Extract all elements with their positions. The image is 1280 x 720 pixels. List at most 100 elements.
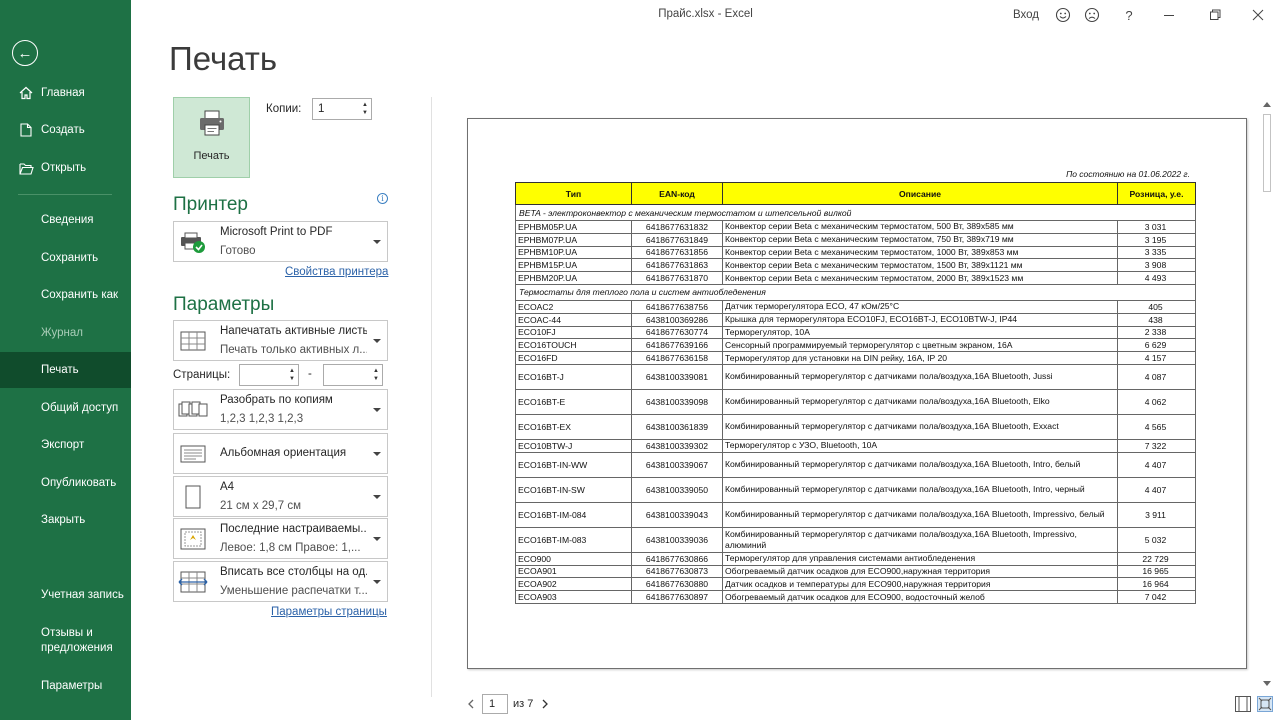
- cell-type: ECOA903: [515, 590, 632, 604]
- pages-from-input[interactable]: ▲ ▼: [239, 364, 299, 386]
- cell-type: ECO10FJ: [515, 325, 632, 340]
- nav-new-label: Создать: [41, 124, 85, 136]
- home-icon: [18, 85, 34, 101]
- close-icon[interactable]: [1243, 4, 1273, 26]
- page-setup-link[interactable]: Параметры страницы: [271, 606, 387, 618]
- cell-price: 4 157: [1117, 351, 1196, 365]
- scroll-up-icon[interactable]: [1263, 102, 1271, 107]
- table-row: EPHBM05P.UA 6418677631832 Конвектор серии …: [515, 220, 1196, 234]
- nav-save-label: Сохранить: [41, 252, 99, 264]
- stepper-arrows-icon[interactable]: ▲ ▼: [359, 101, 371, 117]
- copies-stepper[interactable]: 1 ▲ ▼: [312, 98, 372, 120]
- nav-account[interactable]: Учетная запись: [0, 577, 131, 613]
- page-number-input[interactable]: 1: [482, 694, 508, 714]
- cell-price: 4 087: [1117, 363, 1196, 390]
- nav-save-as[interactable]: Сохранить как: [0, 277, 131, 313]
- show-margins-icon[interactable]: [1235, 696, 1251, 712]
- nav-options[interactable]: Параметры: [0, 668, 131, 704]
- stepper-arrows-icon[interactable]: ▲ ▼: [286, 367, 298, 383]
- cell-description: Конвектор серии Beta с механическим терм…: [722, 271, 1118, 285]
- back-arrow-icon[interactable]: ←: [12, 40, 38, 66]
- cell-ean: 6438100339081: [631, 363, 723, 390]
- nav-info[interactable]: Сведения: [0, 202, 131, 238]
- paper-size-dropdown[interactable]: A4 21 см x 29,7 см: [173, 476, 388, 517]
- table-row: ECOA902 6418677630880 Датчик осадков и тем…: [515, 577, 1196, 592]
- signin-link[interactable]: Вход: [1013, 4, 1039, 26]
- group-row: BETA - электроконвектор с механическим т…: [515, 204, 1196, 221]
- chevron-down-icon: [373, 451, 381, 456]
- scroll-down-icon[interactable]: [1263, 681, 1271, 686]
- print-what-dropdown[interactable]: Напечатать активные листы Печать только …: [173, 320, 388, 361]
- pages-label: Страницы:: [173, 369, 231, 381]
- cell-description: Обогреваемый датчик осадков для ECO900, …: [722, 590, 1118, 604]
- scrollbar-thumb[interactable]: [1263, 114, 1271, 192]
- pages-to-input[interactable]: ▲ ▼: [323, 364, 383, 386]
- orientation-dropdown[interactable]: Альбомная ориентация: [173, 433, 388, 474]
- info-icon[interactable]: i: [377, 193, 388, 204]
- nav-new[interactable]: Создать: [0, 112, 131, 148]
- cell-ean: 6438100339302: [631, 438, 723, 453]
- printer-heading: Принтер: [173, 194, 248, 215]
- nav-save[interactable]: Сохранить: [0, 240, 131, 276]
- nav-home[interactable]: Главная: [0, 75, 131, 111]
- nav-save-as-label: Сохранить как: [41, 289, 119, 301]
- cell-description: Комбинированный терморегулятор с датчика…: [722, 363, 1118, 390]
- cell-description: Терморегулятор для управления системами …: [722, 551, 1118, 566]
- nav-feedback[interactable]: Отзывы и предложения: [0, 621, 131, 661]
- cell-price: 3 911: [1117, 501, 1196, 528]
- prev-page-icon[interactable]: [467, 694, 475, 714]
- table-row: ECOAC2 6418677638756 Датчик терморегулятор…: [515, 299, 1196, 314]
- printer-dropdown[interactable]: Microsoft Print to PDF Готово: [173, 221, 388, 262]
- print-button[interactable]: Печать: [173, 97, 250, 178]
- preview-page: По состоянию на 01.06.2022 г. Тип EAN-ко…: [467, 118, 1247, 669]
- frown-icon[interactable]: [1077, 4, 1107, 26]
- scaling-dropdown[interactable]: Вписать все столбцы на од... Уменьшение …: [173, 561, 388, 602]
- stepper-arrows-icon[interactable]: ▲ ▼: [370, 367, 382, 383]
- minimize-icon[interactable]: [1154, 4, 1184, 26]
- nav-share[interactable]: Общий доступ: [0, 390, 131, 426]
- nav-publish[interactable]: Опубликовать: [0, 465, 131, 501]
- restore-icon[interactable]: [1200, 4, 1230, 26]
- cell-ean: 6418677631849: [631, 232, 723, 247]
- printer-properties-link[interactable]: Свойства принтера: [285, 266, 388, 278]
- cell-price: 405: [1117, 299, 1196, 314]
- excel-backstage-print: ← Главная Создать Открыть Сведения Сохра…: [0, 0, 1280, 720]
- collate-value: Разобрать по копиям: [220, 394, 333, 406]
- new-document-icon: [18, 122, 34, 138]
- chevron-down-icon: [373, 239, 381, 244]
- nav-feedback-line1: Отзывы и: [41, 627, 93, 639]
- cell-ean: 6438100339043: [631, 501, 723, 528]
- table-row: ECO16BT-IN-SW 6438100339050 Комбинированны…: [515, 476, 1196, 503]
- collate-dropdown[interactable]: Разобрать по копиям 1,2,3 1,2,3 1,2,3: [173, 389, 388, 430]
- nav-print-label: Печать: [41, 364, 79, 376]
- cell-ean: 6418677631863: [631, 258, 723, 273]
- cell-price: 6 629: [1117, 338, 1196, 353]
- open-folder-icon: [18, 160, 34, 176]
- cell-type: EPHBM15P.UA: [515, 258, 632, 273]
- table-row: ECO16TOUCH 6418677639166 Сенсорный програм…: [515, 338, 1196, 353]
- cell-description: Терморегулятор, 10А: [722, 325, 1118, 340]
- copies-value[interactable]: 1: [313, 103, 359, 115]
- next-page-icon[interactable]: [541, 694, 549, 714]
- zoom-to-page-icon[interactable]: [1257, 696, 1273, 712]
- nav-close[interactable]: Закрыть: [0, 502, 131, 538]
- print-what-value: Напечатать активные листы: [220, 325, 367, 337]
- margins-dropdown[interactable]: Последние настраиваемы... Левое: 1,8 см …: [173, 518, 388, 559]
- settings-heading: Параметры: [173, 294, 275, 315]
- cell-description: Датчик осадков и температуры для ECO900,…: [722, 577, 1118, 592]
- cell-ean: 6418677636158: [631, 351, 723, 365]
- cell-type: ECO16BT-E: [515, 388, 632, 415]
- smiley-icon[interactable]: [1048, 4, 1078, 26]
- cell-price: 3 031: [1117, 220, 1196, 234]
- nav-open[interactable]: Открыть: [0, 150, 131, 186]
- nav-print[interactable]: Печать: [0, 352, 131, 388]
- page-count-label: из 7: [513, 698, 534, 710]
- pages-dash: -: [308, 368, 312, 380]
- status-date-line: По состоянию на 01.06.2022 г.: [1066, 169, 1190, 179]
- nav-export[interactable]: Экспорт: [0, 427, 131, 463]
- page-title: Печать: [169, 40, 278, 77]
- cell-type: ECO16BT-IM-084: [515, 501, 632, 528]
- cell-price: 2 338: [1117, 325, 1196, 340]
- preview-scrollbar[interactable]: [1260, 98, 1274, 690]
- help-icon[interactable]: ?: [1114, 4, 1144, 26]
